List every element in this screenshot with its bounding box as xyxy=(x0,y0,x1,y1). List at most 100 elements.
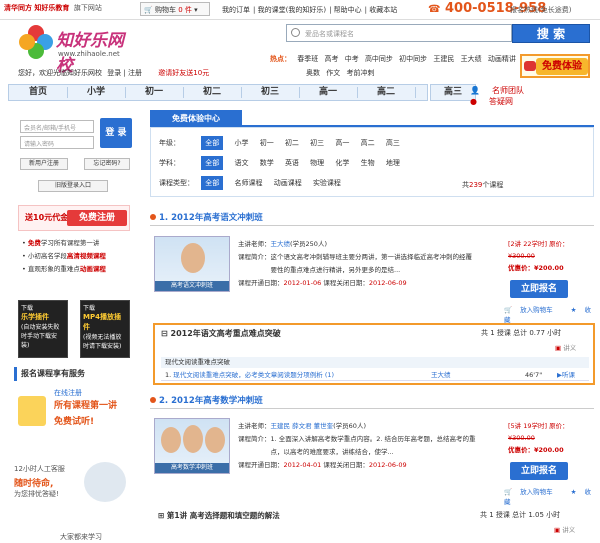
add-to-cart-link[interactable]: 🛒 放入购物车 xyxy=(504,306,561,314)
login-button[interactable]: 登 录 xyxy=(100,118,132,148)
lesson-meta: 共 1 授课 总计 1.05 小时 xyxy=(480,511,561,519)
hot-item[interactable]: 奥数 xyxy=(306,69,320,77)
register-link[interactable]: 注册 xyxy=(128,69,142,77)
cart-icon: 🛒 xyxy=(504,488,513,496)
filter-option[interactable]: 高一 xyxy=(335,136,349,150)
hot-item[interactable]: 王建民 xyxy=(433,55,454,63)
hot-item[interactable]: 中考 xyxy=(345,55,359,63)
register-promo[interactable]: 送10元代金券 免费注册 • 免费学习所有课程第一讲 • 小初高名学段高清视频课… xyxy=(14,205,134,285)
free-experience-button[interactable]: 免费体验 xyxy=(520,54,590,78)
course-section-title[interactable]: 1. 2012年高考语文冲刺班 xyxy=(150,210,594,226)
course-price: [5讲 19学时] 原价： ¥300.00 优惠价：¥200.00 xyxy=(508,422,569,454)
enroll-button[interactable]: 立即报名 xyxy=(510,280,568,298)
old-login-button[interactable]: 旧版登录入口 xyxy=(38,180,108,192)
hot-item[interactable]: 初中同步 xyxy=(399,55,427,63)
lecture-notes-link[interactable]: ▣ 讲义 xyxy=(555,342,576,352)
course-price: [2讲 22学时] 原价： ¥300.00 优惠价：¥200.00 xyxy=(508,240,569,272)
filter-option[interactable]: 小学 xyxy=(234,136,248,150)
customer-service: 12小时人工客服 随时待命, 为您排忧答疑! xyxy=(14,462,142,522)
lesson-subtitle: 现代文阅读重难点突破 xyxy=(161,357,589,368)
nav-senior2[interactable]: 高二 xyxy=(361,85,411,100)
hot-item[interactable]: 高中同步 xyxy=(365,55,393,63)
course-info: 主讲老师：王建民 薛文君 董世奎(学员60人) 课程简介： 1. 全面深入讲解高考… xyxy=(238,422,476,469)
tab-free-center[interactable]: 免费体验中心 xyxy=(150,110,242,127)
link-my-classroom[interactable]: 我的课堂(我的知好乐) xyxy=(258,6,326,14)
nav-divider xyxy=(125,87,126,98)
login-link[interactable]: 登录 xyxy=(107,69,121,77)
course-thumbnail[interactable]: 高考语文冲刺班 xyxy=(154,236,230,292)
nav-junior1[interactable]: 初一 xyxy=(129,85,179,100)
filter-option[interactable]: 全部 xyxy=(201,176,224,190)
filter-option[interactable]: 初一 xyxy=(260,136,274,150)
service-agent-icon xyxy=(84,462,126,502)
nav-primary[interactable]: 小学 xyxy=(71,85,121,100)
link-help[interactable]: 帮助中心 xyxy=(334,6,362,14)
filter-option[interactable]: 高二 xyxy=(361,136,375,150)
course-section-title[interactable]: 2. 2012年高考数学冲刺班 xyxy=(150,393,594,409)
hot-item[interactable]: 考前冲刺 xyxy=(346,69,374,77)
famous-teachers-link[interactable]: 👤 名师团队 xyxy=(470,85,536,96)
download-lexue-plugin[interactable]: 下载 乐学插件 (自动安装失败时手动下载安装) xyxy=(18,300,68,358)
enroll-button[interactable]: 立即报名 xyxy=(510,462,568,480)
lesson-link[interactable]: 现代文阅读重难点突破，必考类文章阅读题分项例析 (1) xyxy=(173,371,334,379)
hot-item[interactable]: 王大绩 xyxy=(461,55,482,63)
filter-option[interactable]: 地理 xyxy=(386,156,400,170)
nav-divider xyxy=(357,87,358,98)
download-mp4-plugin[interactable]: 下载 MP4播放插件 (视频无法播放时请下载安装) xyxy=(80,300,130,358)
password-input[interactable]: 请输入密码 xyxy=(20,136,94,149)
listen-button[interactable]: ▶听课 xyxy=(557,369,575,381)
username-input[interactable]: 会员名/邮箱/手机号 xyxy=(20,120,94,133)
brand-url: www.zhihaole.net xyxy=(58,50,120,58)
filter-option[interactable]: 化学 xyxy=(335,156,349,170)
filter-option[interactable]: 高三 xyxy=(386,136,400,150)
collapse-icon: ⊟ xyxy=(161,329,168,338)
filter-option[interactable]: 实验课程 xyxy=(313,176,341,190)
filter-option[interactable]: 动画课程 xyxy=(274,176,302,190)
qa-site-link[interactable]: ● 答疑网 xyxy=(470,96,525,107)
course-actions: 🛒 放入购物车 ★ 收藏 xyxy=(504,304,594,324)
lesson-teacher[interactable]: 王大绩 xyxy=(431,369,451,381)
lesson-title[interactable]: ⊟ 2012年语文高考重点难点突破 xyxy=(161,328,281,339)
lesson-row: 1. 现代文阅读重难点突破，必考类文章阅读题分项例析 (1) 王大绩 46'7"… xyxy=(161,369,589,381)
hot-item[interactable]: 动画精讲 xyxy=(488,55,516,63)
register-button[interactable]: 新用户注册 xyxy=(20,158,68,170)
hot-item[interactable]: 春季班 xyxy=(297,55,318,63)
lesson-title[interactable]: ⊞ 第1讲 高考选择题和填空题的解法 xyxy=(158,510,280,521)
add-to-cart-link[interactable]: 🛒 放入购物车 xyxy=(504,488,561,496)
forgot-password-button[interactable]: 忘记密码? xyxy=(84,158,130,170)
nav-senior1[interactable]: 高一 xyxy=(303,85,353,100)
filter-option[interactable]: 数学 xyxy=(260,156,274,170)
invite-link[interactable]: 邀请好友送10元 xyxy=(158,69,209,77)
teacher-link[interactable]: 王建民 薛文君 董世奎 xyxy=(271,422,334,430)
partner-logo[interactable]: 清华同方 知好乐教育 旗下网站 xyxy=(4,3,102,13)
nav-junior2[interactable]: 初二 xyxy=(187,85,237,100)
search-input[interactable]: 爱品名或课程名 xyxy=(286,24,512,42)
nav-junior3[interactable]: 初三 xyxy=(245,85,295,100)
nav-home[interactable]: 首页 xyxy=(13,85,63,100)
site-logo[interactable]: 知好乐网校 www.zhihaole.net xyxy=(18,22,138,76)
filter-option[interactable]: 生物 xyxy=(361,156,375,170)
teacher-link[interactable]: 王大绩 xyxy=(271,240,291,248)
filter-option[interactable]: 语文 xyxy=(234,156,248,170)
filter-option[interactable]: 全部 xyxy=(201,156,224,170)
search-icon xyxy=(291,28,300,37)
free-center-header: 免费体验中心 xyxy=(150,110,594,127)
link-my-orders[interactable]: 我的订单 xyxy=(222,6,250,14)
filter-option[interactable]: 初三 xyxy=(310,136,324,150)
filter-option[interactable]: 名师课程 xyxy=(234,176,262,190)
filter-option[interactable]: 物理 xyxy=(310,156,324,170)
search-button[interactable]: 搜 索 xyxy=(512,24,590,43)
lecture-notes-link[interactable]: ▣ 讲义 xyxy=(554,524,575,534)
cart-button[interactable]: 🛒 购物车 0 件 ▾ xyxy=(140,2,210,16)
filter-type: 课程类型： 全部 名师课程 动画课程 实验课程 xyxy=(159,176,350,190)
filter-option[interactable]: 初二 xyxy=(285,136,299,150)
hot-item[interactable]: 高考 xyxy=(324,55,338,63)
cart-icon: 🛒 xyxy=(144,6,153,14)
filter-option[interactable]: 全部 xyxy=(201,136,224,150)
link-bookmark[interactable]: 收藏本站 xyxy=(369,6,397,14)
service-title: 报名课程享有服务 xyxy=(14,367,142,381)
filter-option[interactable]: 英语 xyxy=(285,156,299,170)
hot-item[interactable]: 作文 xyxy=(326,69,340,77)
course-filter: 年级： 全部 小学 初一 初二 初三 高一 高二 高三 学科： 全部 语文 数学… xyxy=(150,127,594,197)
course-thumbnail[interactable]: 高考数学冲刺班 xyxy=(154,418,230,474)
